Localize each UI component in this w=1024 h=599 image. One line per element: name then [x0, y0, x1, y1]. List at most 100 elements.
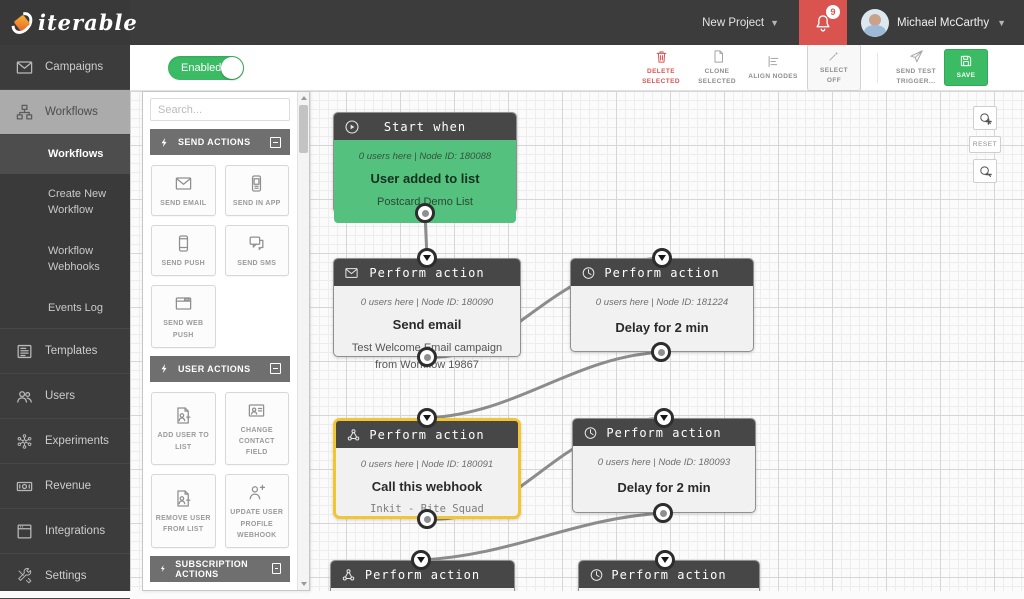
- node-meta: 0 users here | Node ID: 180091: [346, 459, 508, 470]
- card-label: SEND PUSH: [161, 258, 205, 269]
- palette-scrollbar[interactable]: [297, 92, 309, 590]
- node-meta: 0 users here | Node ID: 180088: [344, 151, 506, 162]
- save-button[interactable]: SAVE: [944, 49, 988, 86]
- scroll-down-icon[interactable]: [301, 582, 307, 586]
- webhook-icon: [346, 427, 361, 442]
- palette-card-send-email[interactable]: SEND EMAIL: [151, 165, 216, 216]
- connector-out[interactable]: [653, 503, 673, 523]
- floppy-icon: [959, 54, 973, 68]
- trash-icon: [654, 49, 669, 64]
- delete-selected-label: DELETE SELECTED: [633, 67, 689, 87]
- sidebar-item-label: Workflows: [45, 106, 98, 118]
- sidebar-item-templates[interactable]: Templates: [0, 329, 130, 374]
- connector-in[interactable]: [654, 408, 674, 428]
- add-user-icon: [174, 406, 193, 425]
- palette-card-send-sms[interactable]: SEND SMS: [225, 225, 290, 276]
- webhook-icon: [341, 567, 356, 582]
- copy-icon: [710, 49, 725, 64]
- align-nodes-button[interactable]: ALIGN NODES: [745, 54, 801, 82]
- send-test-trigger-button[interactable]: SEND TEST TRIGGER...: [888, 49, 944, 87]
- submenu-item-create-new-workflow[interactable]: Create New Workflow: [0, 174, 118, 231]
- sidebar-item-label: Revenue: [45, 480, 91, 492]
- clone-selected-button[interactable]: CLONE SELECTED: [689, 49, 745, 87]
- scrollbar-thumb[interactable]: [299, 105, 308, 153]
- envelope-icon: [344, 265, 359, 280]
- sidebar: Campaigns Workflows Workflows Create New…: [0, 45, 130, 591]
- card-label: SEND WEB PUSH: [155, 318, 212, 340]
- palette-card-send-web-push[interactable]: SEND WEB PUSH: [151, 285, 216, 347]
- reset-zoom-button[interactable]: RESET: [969, 136, 1001, 153]
- wand-icon: [827, 49, 841, 63]
- submenu-item-events-log[interactable]: Events Log: [0, 288, 130, 329]
- sidebar-item-campaigns[interactable]: Campaigns: [0, 45, 130, 90]
- notifications-button[interactable]: 9: [799, 0, 847, 45]
- select-off-button[interactable]: SELECT OFF: [807, 44, 861, 91]
- node-delay-181224[interactable]: Perform action 0 users here | Node ID: 1…: [570, 258, 754, 352]
- collapse-icon[interactable]: [270, 137, 281, 148]
- sidebar-item-integrations[interactable]: Integrations: [0, 509, 130, 554]
- node-start-when[interactable]: Start when 0 users here | Node ID: 18008…: [333, 112, 517, 213]
- iterable-logo-icon: [7, 8, 36, 38]
- play-icon: [344, 119, 360, 135]
- section-title: SEND ACTIONS: [178, 137, 250, 147]
- node-title: Call this webhook: [346, 479, 508, 494]
- card-label: CHANGE CONTACT FIELD: [229, 425, 286, 459]
- connector-in[interactable]: [417, 408, 437, 428]
- align-nodes-label: ALIGN NODES: [748, 72, 798, 82]
- connector-out[interactable]: [651, 342, 671, 362]
- connector-in[interactable]: [411, 550, 431, 570]
- notification-badge: 9: [826, 5, 840, 19]
- connector-in[interactable]: [655, 550, 675, 570]
- toolbar-divider: [877, 53, 878, 83]
- update-user-icon: [247, 483, 266, 502]
- enabled-toggle[interactable]: Enabled: [168, 56, 244, 80]
- delete-selected-button[interactable]: DELETE SELECTED: [633, 49, 689, 87]
- card-label: UPDATE USER PROFILE WEBHOOK: [229, 507, 286, 541]
- search-input[interactable]: [150, 98, 290, 121]
- magnifier-plus-icon: [978, 111, 993, 126]
- sidebar-item-workflows[interactable]: Workflows: [0, 90, 130, 135]
- palette-card-send-in-app[interactable]: SEND IN APP: [225, 165, 290, 216]
- section-title: SUBSCRIPTION ACTIONS: [175, 559, 264, 579]
- collapse-icon[interactable]: [270, 363, 281, 374]
- align-icon: [766, 54, 781, 69]
- chevron-down-icon: ▼: [997, 18, 1006, 28]
- connector-in[interactable]: [417, 248, 437, 268]
- zoom-out-button[interactable]: [973, 159, 997, 183]
- zoom-in-button[interactable]: [973, 106, 997, 130]
- section-header-user-actions[interactable]: USER ACTIONS: [150, 356, 290, 382]
- submenu-item-workflows[interactable]: Workflows: [0, 135, 130, 174]
- user-menu[interactable]: Michael McCarthy ▼: [847, 9, 1024, 37]
- submenu-item-workflow-webhooks[interactable]: Workflow Webhooks: [0, 231, 118, 288]
- node-send-email[interactable]: Perform action 0 users here | Node ID: 1…: [333, 258, 521, 357]
- toggle-knob: [221, 57, 243, 79]
- connector-out[interactable]: [417, 347, 437, 367]
- sidebar-item-settings[interactable]: Settings: [0, 554, 130, 599]
- palette-card-send-push[interactable]: SEND PUSH: [151, 225, 216, 276]
- palette-card-remove-user-from-list[interactable]: REMOVE USER FROM LIST: [151, 474, 216, 548]
- connector-in[interactable]: [652, 248, 672, 268]
- palette-card-add-user-to-list[interactable]: ADD USER TO LIST: [151, 392, 216, 466]
- connector-out[interactable]: [415, 203, 435, 223]
- node-call-webhook[interactable]: Perform action 0 users here | Node ID: 1…: [333, 418, 521, 519]
- palette-card-update-user-profile-webhook[interactable]: UPDATE USER PROFILE WEBHOOK: [225, 474, 290, 548]
- sidebar-item-label: Templates: [45, 345, 97, 357]
- sidebar-item-revenue[interactable]: Revenue: [0, 464, 130, 509]
- paper-plane-icon: [909, 49, 924, 64]
- node-title: User added to list: [344, 171, 506, 186]
- collapse-icon[interactable]: [272, 563, 281, 574]
- card-label: ADD USER TO LIST: [155, 430, 212, 452]
- section-header-subscription-actions[interactable]: SUBSCRIPTION ACTIONS: [150, 556, 290, 582]
- palette-card-change-contact-field[interactable]: CHANGE CONTACT FIELD: [225, 392, 290, 466]
- sms-icon: [247, 234, 266, 253]
- project-dropdown[interactable]: New Project ▼: [702, 17, 779, 29]
- section-header-send-actions[interactable]: SEND ACTIONS: [150, 129, 290, 155]
- scroll-up-icon[interactable]: [301, 96, 307, 100]
- sidebar-item-experiments[interactable]: Experiments: [0, 419, 130, 464]
- connector-out[interactable]: [417, 509, 437, 529]
- app-logo[interactable]: iterable: [0, 0, 130, 45]
- enabled-toggle-label: Enabled: [168, 62, 221, 74]
- sidebar-item-users[interactable]: Users: [0, 374, 130, 419]
- node-delay-180093[interactable]: Perform action 0 users here | Node ID: 1…: [572, 418, 756, 513]
- node-palette: SEND ACTIONS SEND EMAIL SEND IN APP SEND…: [142, 91, 310, 591]
